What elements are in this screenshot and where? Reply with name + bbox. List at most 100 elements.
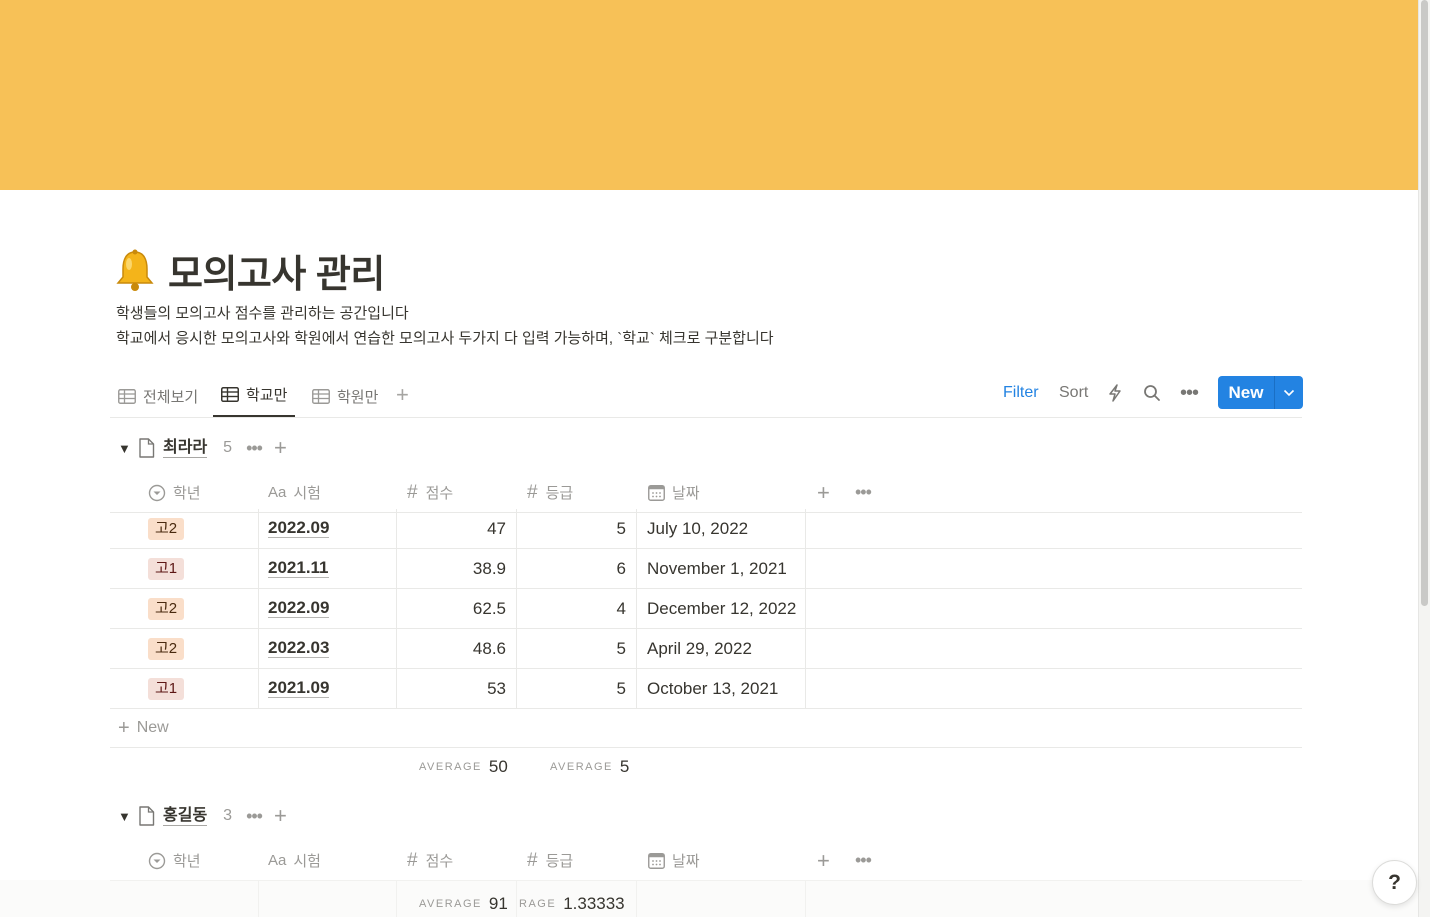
scrollbar[interactable] — [1418, 0, 1430, 917]
bell-icon[interactable] — [112, 247, 158, 293]
cell-rank[interactable]: 5 — [516, 629, 626, 668]
add-property-plus-icon[interactable]: + — [817, 841, 830, 880]
column-divider — [258, 549, 259, 588]
exam-link[interactable]: 2022.09 — [268, 599, 330, 618]
group-header[interactable]: ▼ 최라라 5 ••• + — [110, 433, 287, 463]
column-header-exam[interactable]: Aa 시험 — [268, 473, 321, 512]
group-add-plus-icon[interactable]: + — [274, 805, 287, 827]
column-divider — [258, 669, 259, 708]
calc-label: AVERAGE — [419, 761, 482, 773]
cell-date[interactable]: November 1, 2021 — [647, 549, 787, 588]
page-description-line-2[interactable]: 학교에서 응시한 모의고사와 학원에서 연습한 모의고사 두가지 다 입력 가능… — [116, 327, 774, 348]
sticky-footer-background — [0, 880, 1418, 917]
filter-button[interactable]: Filter — [1003, 376, 1039, 410]
group-add-plus-icon[interactable]: + — [274, 437, 287, 459]
score-calculation[interactable]: AVERAGE 50 — [419, 747, 508, 787]
page-title[interactable]: 모의고사 관리 — [168, 243, 385, 298]
table-row[interactable]: 고2 2022.03 48.6 5 April 29, 2022 — [110, 629, 1302, 669]
page-description-line-1[interactable]: 학생들의 모의고사 점수를 관리하는 공간입니다 — [116, 302, 409, 323]
cell-score[interactable]: 53 — [396, 669, 506, 708]
column-header-rank[interactable]: # 등급 — [527, 841, 573, 880]
cell-score[interactable]: 62.5 — [396, 589, 506, 628]
exam-link[interactable]: 2022.09 — [268, 519, 330, 538]
property-more-icon[interactable]: ••• — [855, 473, 872, 512]
table-icon — [312, 388, 330, 404]
cell-rank[interactable]: 6 — [516, 549, 626, 588]
column-header-grade[interactable]: 학년 — [148, 841, 201, 880]
cell-date[interactable]: July 10, 2022 — [647, 509, 748, 548]
column-header-score[interactable]: # 점수 — [407, 841, 453, 880]
cell-grade[interactable]: 고2 — [148, 629, 185, 668]
column-header-score[interactable]: # 점수 — [407, 473, 453, 512]
cell-date[interactable]: April 29, 2022 — [647, 629, 752, 668]
group-more-icon[interactable]: ••• — [246, 438, 263, 459]
cell-exam[interactable]: 2022.03 — [268, 629, 330, 668]
cell-date[interactable]: December 12, 2022 — [647, 589, 796, 628]
rank-calculation-sticky[interactable]: RAGE 1.33333 — [519, 884, 625, 917]
cell-score[interactable]: 38.9 — [396, 549, 506, 588]
column-divider — [636, 509, 637, 548]
cell-score[interactable]: 47 — [396, 509, 506, 548]
score-calculation-sticky[interactable]: AVERAGE 91 — [419, 884, 508, 917]
property-more-icon[interactable]: ••• — [855, 841, 872, 880]
cell-rank[interactable]: 5 — [516, 669, 626, 708]
cell-rank[interactable]: 4 — [516, 589, 626, 628]
calc-label: RAGE — [519, 898, 557, 910]
group-count: 3 — [223, 807, 233, 824]
column-header-grade[interactable]: 학년 — [148, 473, 201, 512]
tab-all[interactable]: 전체보기 — [110, 374, 206, 418]
cell-score[interactable]: 48.6 — [396, 629, 506, 668]
collapse-triangle-icon[interactable]: ▼ — [110, 809, 138, 824]
cell-grade[interactable]: 고1 — [148, 549, 185, 588]
group-header[interactable]: ▼ 홍길동 3 ••• + — [110, 801, 287, 831]
table-row[interactable]: 고2 2022.09 47 5 July 10, 2022 — [110, 509, 1302, 549]
rank-calculation[interactable]: AVERAGE 5 — [550, 747, 629, 787]
scrollbar-thumb[interactable] — [1421, 0, 1428, 606]
lightning-icon[interactable] — [1108, 376, 1122, 410]
exam-link[interactable]: 2021.11 — [268, 559, 329, 578]
table-row[interactable]: 고2 2022.09 62.5 4 December 12, 2022 — [110, 589, 1302, 629]
sort-button[interactable]: Sort — [1059, 376, 1088, 410]
cell-grade[interactable]: 고2 — [148, 509, 185, 548]
cell-grade[interactable]: 고1 — [148, 669, 185, 708]
help-button[interactable]: ? — [1372, 860, 1417, 905]
column-divider — [636, 549, 637, 588]
cell-exam[interactable]: 2022.09 — [268, 509, 330, 548]
select-property-icon — [148, 484, 166, 501]
column-header-exam[interactable]: Aa 시험 — [268, 841, 321, 880]
more-options-icon[interactable]: ••• — [1180, 376, 1199, 410]
group-more-icon[interactable]: ••• — [246, 806, 263, 827]
tab-school-only[interactable]: 학교만 — [213, 374, 296, 417]
table-row[interactable]: 고1 2021.09 53 5 October 13, 2021 — [110, 669, 1302, 709]
cell-rank[interactable]: 5 — [516, 509, 626, 548]
table-icon — [118, 388, 136, 404]
page-cover[interactable] — [0, 0, 1418, 190]
exam-link[interactable]: 2021.09 — [268, 679, 330, 698]
cell-date[interactable]: October 13, 2021 — [647, 669, 778, 708]
add-property-plus-icon[interactable]: + — [817, 473, 830, 512]
add-view-plus-icon[interactable]: + — [396, 384, 409, 406]
calendar-icon — [648, 485, 665, 501]
tab-academy-only[interactable]: 학원만 — [304, 374, 386, 418]
group-name[interactable]: 홍길동 — [163, 807, 208, 826]
chevron-down-icon[interactable] — [1275, 389, 1303, 397]
cell-exam[interactable]: 2022.09 — [268, 589, 330, 628]
column-header-date[interactable]: 날짜 — [648, 473, 700, 512]
number-property-icon: # — [527, 849, 538, 871]
table-row[interactable]: 고1 2021.11 38.9 6 November 1, 2021 — [110, 549, 1302, 589]
column-header-grade-label: 학년 — [173, 485, 201, 502]
new-button[interactable]: New — [1218, 376, 1303, 409]
collapse-triangle-icon[interactable]: ▼ — [110, 441, 138, 456]
cell-exam[interactable]: 2021.11 — [268, 549, 329, 588]
column-header-rank[interactable]: # 등급 — [527, 473, 573, 512]
cell-exam[interactable]: 2021.09 — [268, 669, 330, 708]
column-header-date[interactable]: 날짜 — [648, 841, 700, 880]
cell-grade[interactable]: 고2 — [148, 589, 185, 628]
search-icon[interactable] — [1143, 376, 1161, 410]
grade-tag: 고2 — [148, 597, 185, 620]
group-name[interactable]: 최라라 — [163, 439, 208, 458]
add-row-button[interactable]: + New — [110, 708, 1302, 748]
document-icon — [139, 438, 155, 458]
calc-value: 5 — [619, 757, 630, 776]
exam-link[interactable]: 2022.03 — [268, 639, 330, 658]
